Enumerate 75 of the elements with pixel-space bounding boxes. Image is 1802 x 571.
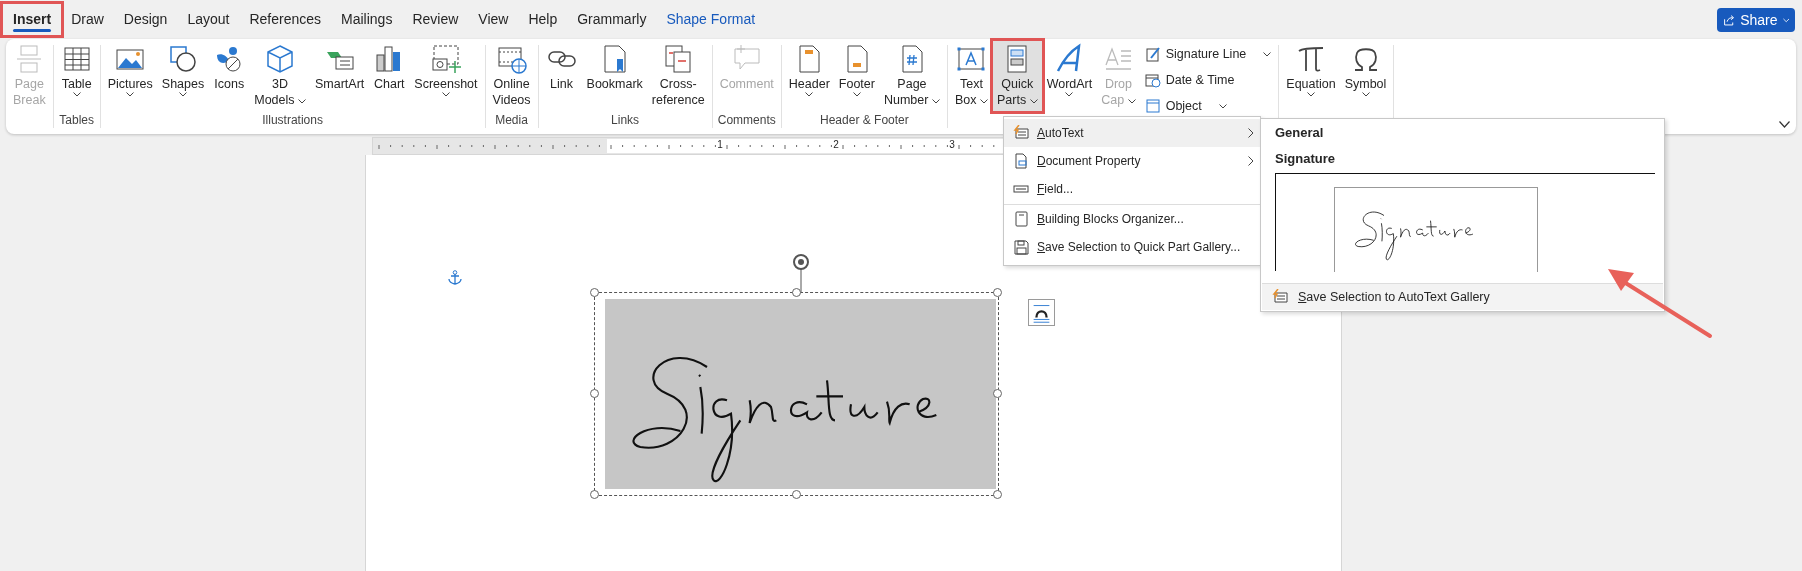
ribbon-button[interactable]: SmartArt [311, 41, 369, 111]
menu-item[interactable]: Document Property [1004, 147, 1260, 175]
ribbon-button[interactable]: 3D Models [250, 41, 310, 111]
menu-item[interactable]: AutoText [1004, 119, 1260, 147]
resize-handle[interactable] [791, 490, 801, 499]
menu-item[interactable]: Field... [1004, 175, 1260, 203]
share-icon [1723, 12, 1736, 28]
ribbon-tab[interactable]: Grammarly [567, 3, 657, 35]
ruler-number: 3 [948, 139, 956, 150]
ribbon-tab[interactable]: Shape Format [656, 3, 766, 35]
ribbon-button[interactable]: Object [1140, 95, 1276, 117]
autotext-preview[interactable] [1275, 173, 1655, 271]
ribbon-tab[interactable]: Insert [3, 3, 62, 35]
group-label: Media [495, 113, 528, 127]
group-label: Tables [59, 113, 94, 127]
gallery-category: Signature [1275, 151, 1335, 166]
ribbon-tab[interactable]: References [239, 3, 332, 35]
ribbon-button[interactable]: Text Box [950, 41, 992, 111]
ribbon-tab[interactable]: Draw [61, 3, 114, 35]
gallery-heading: General [1275, 125, 1324, 140]
ribbon-button[interactable]: Header [784, 41, 834, 111]
ribbon-tab[interactable]: Design [113, 3, 178, 35]
ribbon-button[interactable]: Date & Time [1140, 69, 1276, 91]
ribbon-button[interactable]: Shapes [157, 41, 209, 111]
share-button[interactable]: Share [1717, 8, 1795, 32]
ribbon-button[interactable]: Bookmark [582, 41, 647, 111]
window-icon [1144, 98, 1161, 114]
resize-handle[interactable] [590, 490, 599, 499]
anchor-icon [448, 270, 462, 285]
layout-options-icon[interactable] [1028, 299, 1055, 326]
ribbon-tab[interactable]: View [468, 3, 519, 35]
ribbon-button[interactable]: Equation [1282, 41, 1340, 111]
resize-handle[interactable] [590, 288, 599, 297]
resize-handle[interactable] [590, 389, 599, 398]
resize-handle[interactable] [993, 288, 1002, 297]
lightning-page-icon [1272, 289, 1288, 305]
group-label: Header & Footer [820, 113, 909, 127]
ribbon-button[interactable]: Link [541, 41, 582, 111]
ribbon-button[interactable]: Pictures [103, 41, 157, 111]
ribbon-button[interactable]: Signature Line [1140, 43, 1276, 65]
camera-icon [429, 43, 462, 75]
resize-handle[interactable] [993, 490, 1002, 499]
resize-handle[interactable] [791, 288, 801, 297]
group-label: Links [611, 113, 640, 127]
ruler-number: 1 [716, 139, 724, 150]
resize-handle[interactable] [993, 389, 1002, 398]
group-label: Illustrations [262, 113, 323, 127]
ribbon-tab[interactable]: Help [518, 3, 568, 35]
pen-on-page-icon [1144, 46, 1161, 62]
ribbon-button[interactable]: Screenshot [410, 41, 482, 111]
ribbon-button[interactable]: Chart [369, 41, 410, 111]
ribbon-button[interactable]: Online Videos [488, 41, 535, 111]
save-to-autotext-item[interactable]: Save Selection to AutoText Gallery [1262, 283, 1663, 310]
rotate-handle-icon[interactable] [790, 253, 812, 293]
ribbon-button[interactable]: Icons [209, 41, 250, 111]
ribbon-button[interactable]: Symbol [1340, 41, 1391, 111]
group-label: Comments [717, 113, 776, 127]
ribbon-button[interactable]: Quick Parts [992, 41, 1042, 111]
ribbon-button[interactable]: Table [56, 41, 97, 111]
ribbon-tab[interactable]: Review [402, 3, 469, 35]
notebook-icon [1013, 211, 1029, 227]
lightning-page-icon [1013, 125, 1029, 141]
page-field-icon [1013, 153, 1029, 169]
menu-item[interactable]: Save Selection to Quick Part Gallery... [1004, 233, 1260, 261]
ribbon-button[interactable]: Page Number [879, 41, 944, 111]
ribbon-button[interactable]: Cross- reference [647, 41, 709, 111]
ribbon-tab[interactable]: Mailings [331, 3, 403, 35]
ribbon-button[interactable]: Footer [834, 41, 879, 111]
shapes-icon [167, 43, 199, 75]
collapse-ribbon-icon[interactable] [1779, 121, 1790, 128]
ribbon-tab[interactable]: Layout [177, 3, 240, 35]
caret-icon [1782, 17, 1789, 23]
calendar-clock-icon [1144, 72, 1161, 88]
ruler-number: 2 [832, 139, 840, 150]
ribbon-button[interactable]: WordArt [1042, 41, 1097, 111]
